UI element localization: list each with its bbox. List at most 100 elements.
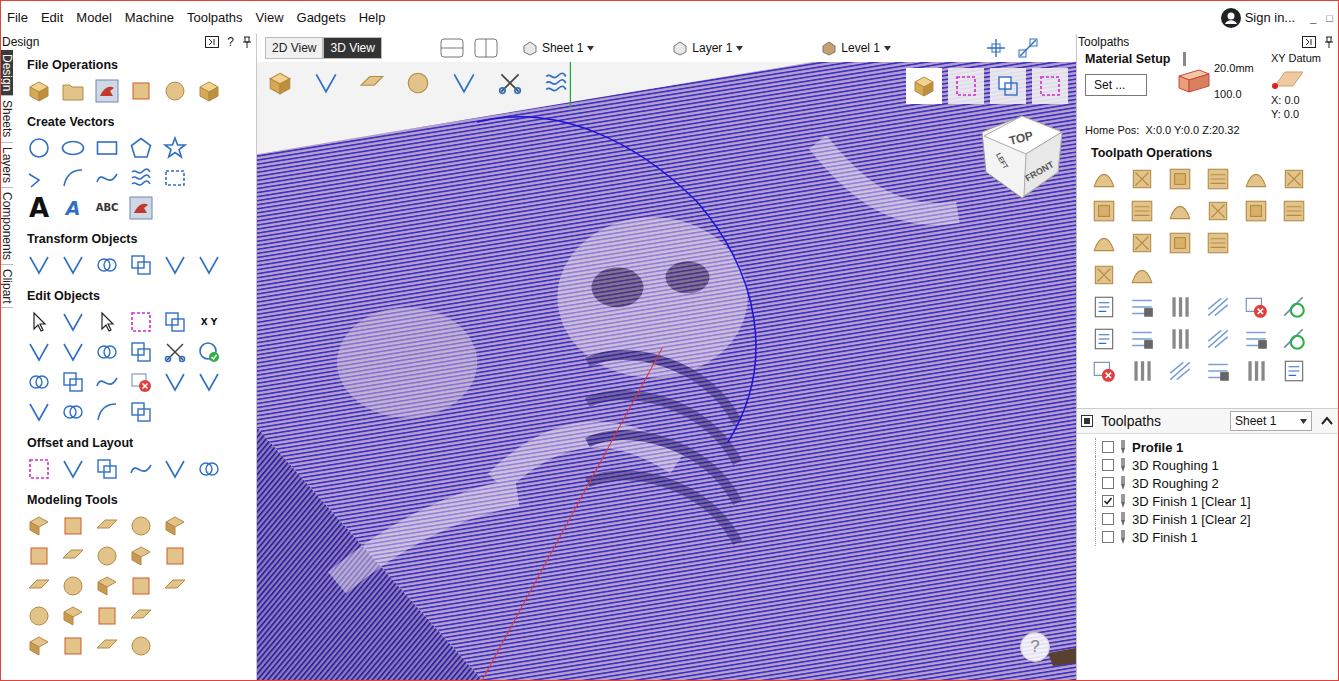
tool-button[interactable]	[129, 574, 153, 598]
collapse-panel-icon[interactable]	[1302, 36, 1316, 48]
tool-button[interactable]	[1129, 198, 1155, 224]
tool-button[interactable]	[1167, 294, 1193, 320]
tool-button[interactable]	[61, 79, 85, 103]
tool-button[interactable]	[1243, 326, 1269, 352]
tool-button[interactable]	[1129, 326, 1155, 352]
text-tool-button[interactable]: A	[61, 196, 85, 220]
tool-button[interactable]	[267, 70, 293, 96]
view-tab[interactable]: 3D View	[323, 37, 381, 59]
tool-button[interactable]	[359, 70, 385, 96]
tool-button[interactable]	[27, 136, 51, 160]
tool-button[interactable]	[163, 136, 187, 160]
split-horizontal-icon[interactable]	[440, 38, 464, 58]
tool-button[interactable]	[95, 457, 119, 481]
tool-button[interactable]	[61, 574, 85, 598]
tool-button[interactable]	[1281, 294, 1307, 320]
tool-button[interactable]	[27, 79, 51, 103]
toolpath-checkbox[interactable]	[1102, 513, 1114, 525]
tool-button[interactable]	[543, 70, 569, 96]
tool-button[interactable]	[1091, 326, 1117, 352]
tool-button[interactable]	[61, 136, 85, 160]
tool-button[interactable]	[1243, 198, 1269, 224]
toolpath-item[interactable]: 3D Finish 1 [Clear 1]	[1095, 492, 1338, 510]
tool-button[interactable]	[95, 79, 119, 103]
snap-icon[interactable]	[985, 37, 1007, 59]
tool-button[interactable]	[497, 70, 523, 96]
tool-button[interactable]	[163, 79, 187, 103]
tool-button[interactable]	[95, 166, 119, 190]
3d-view[interactable]: TOPFRONTLEFT?	[257, 62, 1076, 680]
tool-button[interactable]	[61, 166, 85, 190]
tool-button[interactable]	[1129, 230, 1155, 256]
menu-item[interactable]: File	[3, 8, 37, 27]
tool-button[interactable]	[27, 634, 51, 658]
tool-button[interactable]	[163, 340, 187, 364]
tool-button[interactable]	[1205, 198, 1231, 224]
tool-button[interactable]	[27, 310, 51, 334]
view-selector[interactable]: Level 1	[817, 38, 895, 58]
menu-item[interactable]: Machine	[121, 8, 183, 27]
view-selector[interactable]: Sheet 1	[518, 38, 598, 58]
tool-button[interactable]	[129, 514, 153, 538]
tool-button[interactable]	[27, 514, 51, 538]
text-tool-button[interactable]: ABC	[95, 196, 119, 220]
tool-button[interactable]	[1205, 230, 1231, 256]
tool-button[interactable]	[1091, 294, 1117, 320]
tool-button[interactable]	[1243, 166, 1269, 192]
pin-icon[interactable]	[1324, 36, 1334, 48]
toolpath-item[interactable]: 3D Roughing 1	[1095, 456, 1338, 474]
tool-button[interactable]	[61, 310, 85, 334]
sign-in-button[interactable]: Sign in...	[1221, 8, 1296, 28]
tool-button[interactable]	[129, 196, 153, 220]
view-tab[interactable]: 2D View	[265, 37, 323, 59]
tool-button[interactable]	[1167, 166, 1193, 192]
side-tab[interactable]: Layers	[1, 143, 13, 188]
text-tool-button[interactable]: X Y	[197, 310, 221, 334]
collapse-panel-icon[interactable]	[205, 36, 219, 48]
tool-button[interactable]	[197, 457, 221, 481]
toolpath-item[interactable]: 3D Finish 1 [Clear 2]	[1095, 510, 1338, 528]
tool-button[interactable]	[912, 74, 936, 98]
tool-button[interactable]	[1167, 230, 1193, 256]
tool-button[interactable]	[451, 70, 477, 96]
toolpath-checkbox[interactable]	[1102, 459, 1114, 471]
tool-button[interactable]	[163, 514, 187, 538]
tool-button[interactable]	[163, 574, 187, 598]
tool-button[interactable]	[1205, 358, 1231, 384]
tool-button[interactable]	[95, 514, 119, 538]
transform-icon[interactable]	[1017, 37, 1039, 59]
tool-button[interactable]	[61, 253, 85, 277]
tool-button[interactable]	[1281, 166, 1307, 192]
tool-button[interactable]	[129, 79, 153, 103]
tool-button[interactable]	[129, 340, 153, 364]
toolpath-checkbox[interactable]	[1102, 441, 1114, 453]
sheet-select[interactable]: Sheet 1	[1230, 411, 1312, 431]
tool-button[interactable]	[1129, 262, 1155, 288]
tool-button[interactable]	[1129, 294, 1155, 320]
toolpath-item[interactable]: 3D Finish 1	[1095, 528, 1338, 546]
tool-button[interactable]	[1091, 358, 1117, 384]
tool-button[interactable]	[27, 604, 51, 628]
split-vertical-icon[interactable]	[474, 38, 498, 58]
tool-button[interactable]	[1205, 294, 1231, 320]
tool-button[interactable]	[129, 604, 153, 628]
tool-button[interactable]	[313, 70, 339, 96]
tool-button[interactable]	[1091, 166, 1117, 192]
menu-item[interactable]: Model	[72, 8, 120, 27]
tool-button[interactable]	[954, 74, 978, 98]
tool-button[interactable]	[61, 604, 85, 628]
tool-button[interactable]	[197, 370, 221, 394]
tool-button[interactable]	[1281, 198, 1307, 224]
tool-button[interactable]	[1129, 358, 1155, 384]
tool-button[interactable]	[129, 634, 153, 658]
toolpath-checkbox[interactable]	[1102, 495, 1114, 507]
menu-item[interactable]: Toolpaths	[183, 8, 252, 27]
tool-button[interactable]	[27, 457, 51, 481]
tool-button[interactable]	[197, 340, 221, 364]
tool-button[interactable]	[61, 370, 85, 394]
chevron-up-icon[interactable]	[1320, 415, 1334, 427]
tool-button[interactable]	[129, 457, 153, 481]
menu-item[interactable]: View	[252, 8, 293, 27]
tool-button[interactable]	[95, 370, 119, 394]
tool-button[interactable]	[163, 166, 187, 190]
